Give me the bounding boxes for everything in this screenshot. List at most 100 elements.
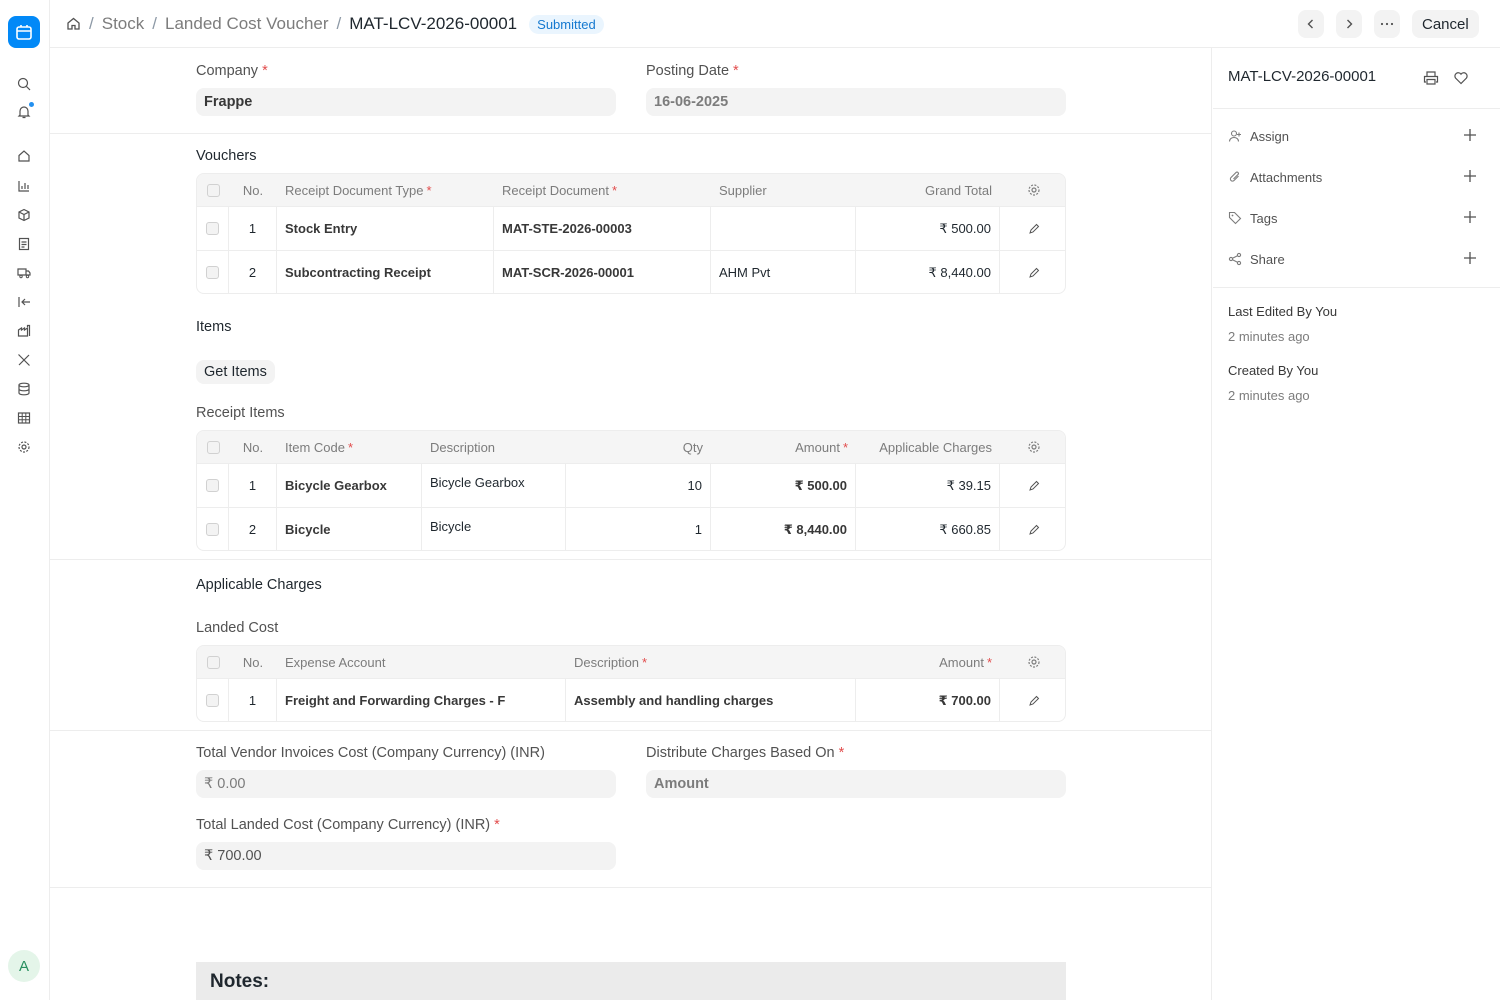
row-checkbox[interactable] bbox=[197, 207, 229, 250]
breadcrumb: / Stock / Landed Cost Voucher / MAT-LCV-… bbox=[66, 0, 604, 48]
more-menu-button[interactable] bbox=[1374, 10, 1400, 38]
landed-cost-table: No. Expense Account Description * Amount *… bbox=[196, 645, 1066, 722]
table-row[interactable]: 1 Freight and Forwarding Charges - F Ass… bbox=[197, 678, 1065, 721]
factory-icon[interactable] bbox=[16, 323, 32, 339]
home-icon[interactable] bbox=[66, 12, 81, 36]
row-checkbox[interactable] bbox=[197, 251, 229, 293]
grand-total-cell[interactable]: ₹ 8,440.00 bbox=[856, 251, 1000, 293]
column-header: Applicable Charges bbox=[879, 439, 992, 455]
add-assign-icon bbox=[1464, 129, 1476, 141]
table-icon[interactable] bbox=[16, 410, 32, 426]
grand-total-cell[interactable]: ₹ 500.00 bbox=[856, 207, 1000, 250]
sidebar-attachments[interactable]: Attachments bbox=[1228, 167, 1483, 187]
description-cell[interactable]: Bicycle Gearbox bbox=[422, 464, 566, 507]
vouchers-table: No. Receipt Document Type * Receipt Docum… bbox=[196, 173, 1066, 294]
breadcrumb-stock[interactable]: Stock bbox=[102, 14, 145, 34]
select-all-checkbox[interactable] bbox=[197, 431, 229, 463]
receipt-document-cell[interactable]: MAT-STE-2026-00003 bbox=[494, 207, 711, 250]
posting-date-field[interactable]: 16-06-2025 bbox=[646, 88, 1066, 116]
document-icon[interactable] bbox=[16, 236, 32, 252]
previous-doc-button[interactable] bbox=[1298, 10, 1324, 38]
edit-row-icon[interactable] bbox=[1000, 251, 1065, 293]
row-number: 1 bbox=[229, 464, 277, 507]
tools-icon[interactable] bbox=[16, 352, 32, 368]
grid-settings-icon[interactable] bbox=[1000, 646, 1065, 678]
package-icon[interactable] bbox=[16, 207, 32, 223]
add-tag-icon bbox=[1464, 211, 1476, 223]
edit-row-icon[interactable] bbox=[1000, 207, 1065, 250]
qty-cell[interactable]: 10 bbox=[566, 464, 711, 507]
user-avatar[interactable]: A bbox=[8, 950, 40, 982]
column-header: Description * bbox=[574, 654, 648, 670]
amount-cell[interactable]: ₹ 8,440.00 bbox=[711, 508, 856, 550]
company-field[interactable]: Frappe bbox=[196, 88, 616, 116]
cancel-button[interactable]: Cancel bbox=[1412, 10, 1479, 38]
posting-date-label: Posting Date * bbox=[646, 63, 739, 79]
collapse-icon[interactable] bbox=[16, 294, 32, 310]
breadcrumb-landed-cost-voucher[interactable]: Landed Cost Voucher bbox=[165, 14, 329, 34]
company-label: Company * bbox=[196, 63, 268, 79]
row-checkbox[interactable] bbox=[197, 464, 229, 507]
last-edited-by: Last Edited By You bbox=[1228, 304, 1338, 319]
supplier-cell[interactable]: AHM Pvt bbox=[711, 251, 856, 293]
table-row[interactable]: 1 Bicycle Gearbox Bicycle Gearbox 10 ₹ 5… bbox=[197, 463, 1065, 507]
home-icon[interactable] bbox=[16, 148, 32, 164]
edit-row-icon[interactable] bbox=[1000, 464, 1065, 507]
like-heart-icon[interactable] bbox=[1453, 70, 1469, 91]
column-header: Expense Account bbox=[285, 654, 386, 670]
applicable-charges-cell[interactable]: ₹ 660.85 bbox=[856, 508, 1000, 550]
print-icon[interactable] bbox=[1423, 70, 1439, 91]
sidebar-share[interactable]: Share bbox=[1228, 249, 1483, 269]
item-code-cell[interactable]: Bicycle bbox=[277, 508, 422, 550]
notification-bell-icon[interactable] bbox=[16, 102, 34, 120]
table-row[interactable]: 2 Subcontracting Receipt MAT-SCR-2026-00… bbox=[197, 250, 1065, 293]
grid-settings-icon[interactable] bbox=[1000, 174, 1065, 206]
select-all-checkbox[interactable] bbox=[197, 646, 229, 678]
sidebar-action-label: Share bbox=[1250, 251, 1285, 267]
app-logo[interactable] bbox=[8, 16, 40, 48]
total-landed-cost-field[interactable]: ₹ 700.00 bbox=[196, 842, 616, 870]
next-doc-button[interactable] bbox=[1336, 10, 1362, 38]
truck-icon[interactable] bbox=[16, 265, 32, 281]
table-row[interactable]: 1 Stock Entry MAT-STE-2026-00003 ₹ 500.0… bbox=[197, 206, 1065, 250]
database-icon[interactable] bbox=[16, 381, 32, 397]
description-cell[interactable]: Bicycle bbox=[422, 508, 566, 550]
row-number: 1 bbox=[229, 207, 277, 250]
supplier-cell[interactable] bbox=[711, 207, 856, 250]
user-icon bbox=[1228, 130, 1241, 142]
sidebar-tags[interactable]: Tags bbox=[1228, 208, 1483, 228]
applicable-charges-cell[interactable]: ₹ 39.15 bbox=[856, 464, 1000, 507]
search-icon[interactable] bbox=[16, 76, 32, 92]
select-all-checkbox[interactable] bbox=[197, 174, 229, 206]
amount-cell[interactable]: ₹ 700.00 bbox=[856, 679, 1000, 721]
qty-cell[interactable]: 1 bbox=[566, 508, 711, 550]
created-by: Created By You bbox=[1228, 363, 1319, 378]
settings-icon[interactable] bbox=[16, 439, 32, 455]
item-code-cell[interactable]: Bicycle Gearbox bbox=[277, 464, 422, 507]
receipt-document-type-cell[interactable]: Stock Entry bbox=[277, 207, 494, 250]
column-header: Item Code * bbox=[285, 439, 354, 455]
expense-account-cell[interactable]: Freight and Forwarding Charges - F bbox=[277, 679, 566, 721]
edit-row-icon[interactable] bbox=[1000, 679, 1065, 721]
table-row[interactable]: 2 Bicycle Bicycle 1 ₹ 8,440.00 ₹ 660.85 bbox=[197, 507, 1065, 550]
left-rail: A bbox=[0, 0, 50, 1000]
description-cell[interactable]: Assembly and handling charges bbox=[566, 679, 856, 721]
receipt-document-type-cell[interactable]: Subcontracting Receipt bbox=[277, 251, 494, 293]
distribute-charges-select[interactable]: Amount bbox=[646, 770, 1066, 798]
grid-settings-icon[interactable] bbox=[1000, 431, 1065, 463]
row-checkbox[interactable] bbox=[197, 508, 229, 550]
receipt-document-cell[interactable]: MAT-SCR-2026-00001 bbox=[494, 251, 711, 293]
row-checkbox[interactable] bbox=[197, 679, 229, 721]
edit-row-icon[interactable] bbox=[1000, 508, 1065, 550]
column-header: Amount * bbox=[939, 654, 992, 670]
breadcrumb-separator: / bbox=[336, 14, 342, 33]
get-items-button[interactable]: Get Items bbox=[196, 360, 275, 384]
sidebar-assign[interactable]: Assign bbox=[1228, 126, 1483, 146]
form-sidebar: MAT-LCV-2026-00001 Assign Attachments Ta… bbox=[1213, 48, 1500, 1000]
section-divider bbox=[50, 730, 1212, 731]
form-main: Company * Frappe Posting Date * 16-06-2025… bbox=[50, 48, 1212, 1000]
total-vendor-invoices-field[interactable]: ₹ 0.00 bbox=[196, 770, 616, 798]
landed-cost-title: Landed Cost bbox=[196, 620, 279, 636]
amount-cell[interactable]: ₹ 500.00 bbox=[711, 464, 856, 507]
chart-icon[interactable] bbox=[16, 178, 32, 194]
